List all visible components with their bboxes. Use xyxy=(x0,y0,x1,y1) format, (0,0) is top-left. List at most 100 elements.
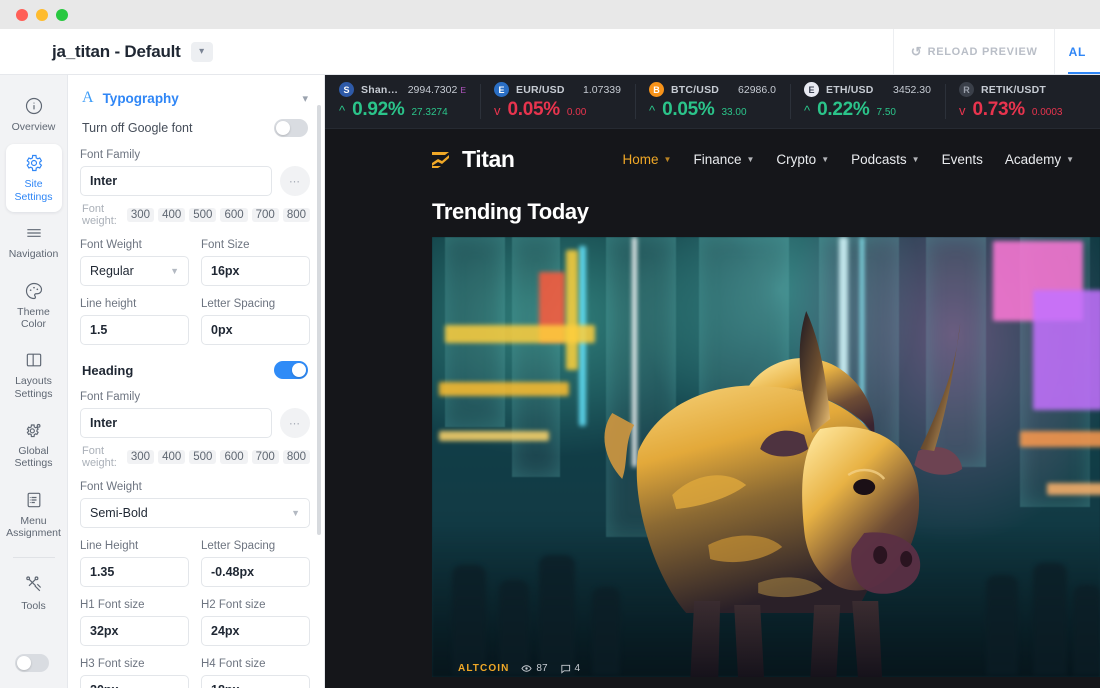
panel-scrollbar[interactable] xyxy=(317,105,321,535)
ellipsis-icon[interactable]: ⋯ xyxy=(280,408,310,438)
ticker-symbol: BTC/USD xyxy=(671,83,720,96)
rail-bottom-toggle[interactable] xyxy=(15,654,49,672)
font-family-label: Font Family xyxy=(80,149,141,161)
weight-chip[interactable]: 300 xyxy=(126,450,155,464)
site-logo[interactable]: Titan xyxy=(429,146,515,173)
market-ticker-bar: S Shanghai C... 2994.7302E ^ 0.92% 27.32… xyxy=(325,75,1100,129)
info-circle-icon xyxy=(25,97,42,115)
ticker-item[interactable]: B BTC/USD 62986.0 ^ 0.05% 33.00 xyxy=(635,75,790,128)
ticker-item[interactable]: S Shanghai C... 2994.7302E ^ 0.92% 27.32… xyxy=(325,75,480,128)
window-minimize-button[interactable] xyxy=(36,8,48,21)
letter-a-icon: A xyxy=(82,89,94,106)
weight-chip[interactable]: 600 xyxy=(220,450,248,464)
heading-line-height-input[interactable]: 1.35 xyxy=(80,557,189,587)
letter-spacing-input[interactable]: 0px xyxy=(201,315,310,345)
font-family-row: Inter ⋯ xyxy=(80,166,310,196)
tools-icon xyxy=(25,575,41,591)
ticker-percent: 0.22% xyxy=(817,99,870,120)
app-body: Overview Site Settings Navigation Theme … xyxy=(0,75,1100,688)
sidebar-item-global-settings[interactable]: Global Settings xyxy=(6,411,62,479)
ticker-item[interactable]: E EUR/USD 1.07339 v 0.05% 0.00 xyxy=(480,75,635,128)
ticker-price: 2994.7302 E xyxy=(407,83,466,96)
ticker-symbol: Shanghai C... xyxy=(361,83,401,96)
font-weight-select[interactable]: Regular ▼ xyxy=(80,256,189,286)
ellipsis-icon[interactable]: ⋯ xyxy=(280,166,310,196)
ticker-delta: 0.0003 xyxy=(1031,107,1063,118)
hero-stats: 87 4 xyxy=(521,663,580,674)
ticker-percent: 0.05% xyxy=(507,99,561,120)
all-tab[interactable]: AL xyxy=(1053,29,1100,74)
nav-label: Podcasts xyxy=(851,151,907,167)
nav-item-crypto[interactable]: Crypto ▼ xyxy=(776,152,829,167)
nav-item-finance[interactable]: Finance ▼ xyxy=(693,152,754,167)
line-height-input[interactable]: 1.5 xyxy=(80,315,189,345)
weight-chip[interactable]: 800 xyxy=(282,450,310,464)
ticker-percent: 0.73% xyxy=(972,99,1026,120)
ticker-item[interactable]: E ETH/USD 3452.30 ^ 0.22% 7.50 xyxy=(790,75,945,128)
google-font-row: Turn off Google font xyxy=(80,117,310,149)
sidebar-item-site-settings[interactable]: Site Settings xyxy=(5,144,62,213)
nav-item-home[interactable]: Home ▼ xyxy=(623,152,672,167)
h4-font-size-input[interactable]: 18px xyxy=(201,675,310,688)
sidebar-item-label: Menu Assignment xyxy=(6,514,61,540)
window-close-button[interactable] xyxy=(16,8,28,21)
sidebar-item-label: Navigation xyxy=(8,248,59,261)
chevron-down-icon[interactable]: ▾ xyxy=(302,92,308,105)
ticker-symbol: ETH/USD xyxy=(826,83,874,96)
ticker-delta: 7.50 xyxy=(876,107,896,118)
nav-label: Home xyxy=(622,151,659,167)
sidebar-item-label: Tools xyxy=(21,599,46,612)
h3-font-size-input[interactable]: 20px xyxy=(80,675,189,688)
ticker-item[interactable]: R RETIK/USDT v 0.73% 0.0003 xyxy=(945,75,1100,128)
bull-illustration xyxy=(604,311,963,677)
arrow-up-icon: ^ xyxy=(804,103,811,118)
ticker-symbol: EUR/USD xyxy=(516,83,565,96)
font-family-input[interactable]: Inter xyxy=(80,166,272,196)
heading-letter-spacing-input[interactable]: -0.48px xyxy=(201,557,310,587)
reload-preview-button[interactable]: ↻ RELOAD PREVIEW xyxy=(892,29,1054,74)
weight-chip[interactable]: 500 xyxy=(189,208,217,222)
font-size-input[interactable]: 16px xyxy=(201,256,310,286)
heading-font-family-row: Inter ⋯ xyxy=(80,408,310,438)
weight-chip[interactable]: 800 xyxy=(282,208,310,222)
h2-font-size-input[interactable]: 24px xyxy=(201,616,310,646)
sidebar-rail: Overview Site Settings Navigation Theme … xyxy=(0,75,68,688)
heading-font-weight-select[interactable]: Semi-Bold ▼ xyxy=(80,498,310,528)
hero-views: 87 xyxy=(521,663,548,674)
chevron-down-icon[interactable]: ▾ xyxy=(190,41,213,62)
sidebar-item-overview[interactable]: Overview xyxy=(6,87,62,142)
ticker-symbol: RETIK/USDT xyxy=(981,83,1046,96)
site-logo-text: Titan xyxy=(462,145,515,172)
weight-chip[interactable]: 700 xyxy=(251,208,279,222)
weight-chip[interactable]: 400 xyxy=(158,450,186,464)
heading-enable-toggle[interactable] xyxy=(274,361,308,379)
sidebar-divider xyxy=(12,556,55,558)
weight-chip[interactable]: 500 xyxy=(189,450,217,464)
heading-font-family-input[interactable]: Inter xyxy=(80,408,272,438)
weight-chip[interactable]: 600 xyxy=(220,208,248,222)
h1-font-size-input[interactable]: 32px xyxy=(80,616,189,646)
weight-chip[interactable]: 400 xyxy=(158,208,186,222)
sidebar-item-layouts-settings[interactable]: Layouts Settings xyxy=(6,341,62,409)
typography-settings-panel: A Typography ▾ Turn off Google font Font… xyxy=(68,75,325,688)
nav-item-podcasts[interactable]: Podcasts ▼ xyxy=(851,152,919,167)
typography-section-header[interactable]: A Typography ▾ xyxy=(80,75,310,117)
sidebar-item-tools[interactable]: Tools xyxy=(6,566,62,621)
nav-label: Crypto xyxy=(776,151,817,167)
letter-spacing-label: Letter Spacing xyxy=(201,298,276,310)
hero-article-card[interactable]: ALTCOIN 87 4 xyxy=(432,237,1100,677)
weight-chip[interactable]: 300 xyxy=(126,208,155,222)
sidebar-item-theme-color[interactable]: Theme Color xyxy=(6,272,62,340)
nav-item-academy[interactable]: Academy ▼ xyxy=(1005,152,1074,167)
reload-preview-label: RELOAD PREVIEW xyxy=(927,45,1038,58)
titan-arrow-logo xyxy=(432,152,449,168)
sidebar-item-menu-assignment[interactable]: Menu Assignment xyxy=(6,481,62,549)
coin-icon: R xyxy=(959,82,974,97)
weight-chip[interactable]: 700 xyxy=(251,450,279,464)
sidebar-item-navigation[interactable]: Navigation xyxy=(6,214,62,269)
nav-item-events[interactable]: Events xyxy=(942,152,983,167)
hero-category-badge[interactable]: ALTCOIN xyxy=(458,663,509,674)
chevron-down-icon: ▼ xyxy=(911,154,920,164)
google-font-toggle[interactable] xyxy=(274,119,308,137)
window-maximize-button[interactable] xyxy=(56,8,68,21)
